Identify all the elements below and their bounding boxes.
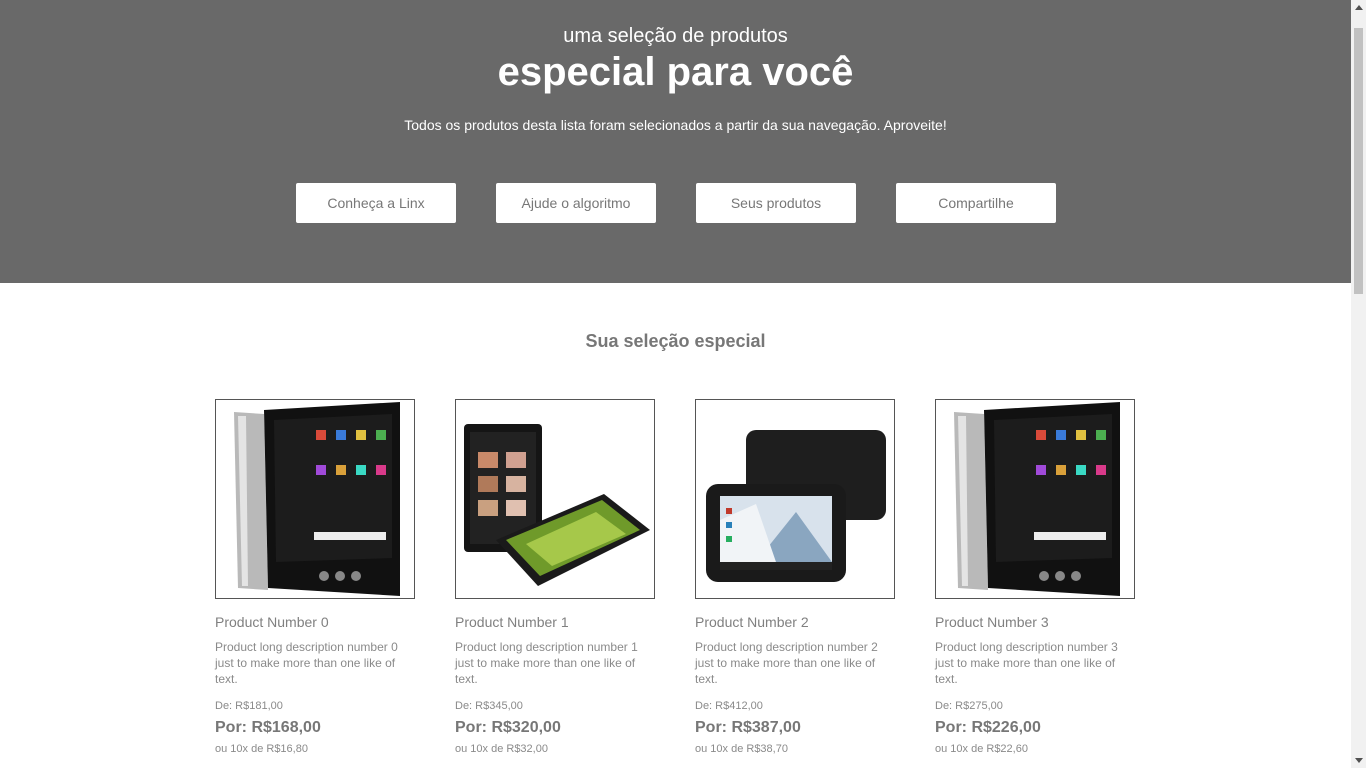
product-description: Product long description number 2 just t… [695,640,878,686]
product-card[interactable]: Product Number 0 Product long descriptio… [215,399,415,756]
product-name[interactable]: Product Number 0 [215,613,415,631]
product-installments: ou 10x de R$16,80 [215,743,308,755]
hero-subtitle: Todos os produtos desta lista foram sele… [404,117,947,133]
product-description: Product long description number 1 just t… [455,640,638,686]
product-image[interactable] [935,399,1135,599]
product-price-from: De: R$412,00 [695,700,763,712]
product-description: Product long description number 0 just t… [215,640,398,686]
scroll-down-arrow-icon[interactable] [1351,753,1366,768]
product-price-from: De: R$345,00 [455,700,523,712]
product-price-for: Por: R$226,00 [935,719,1041,736]
product-installments: ou 10x de R$22,60 [935,743,1028,755]
scroll-up-arrow-icon[interactable] [1351,0,1366,15]
tablet-pair-image [464,424,650,586]
product-card[interactable]: Product Number 1 Product long descriptio… [455,399,655,756]
know-linx-button[interactable]: Conheça a Linx [296,183,456,223]
product-price-from: De: R$181,00 [215,700,283,712]
product-price-for: Por: R$387,00 [695,719,801,736]
product-price-for: Por: R$168,00 [215,719,321,736]
your-products-button[interactable]: Seus produtos [696,183,856,223]
product-image[interactable] [695,399,895,599]
product-card[interactable]: Product Number 2 Product long descriptio… [695,399,895,756]
product-price-from: De: R$275,00 [935,700,1003,712]
page: uma seleção de produtos especial para vo… [0,0,1351,768]
tablet-silver-image [954,402,1120,596]
section-title: Sua seleção especial [585,331,766,351]
hero-title: especial para você [497,50,854,94]
product-installments: ou 10x de R$32,00 [455,743,548,755]
scrollbar-thumb[interactable] [1354,28,1363,294]
product-image[interactable] [455,399,655,599]
vertical-scrollbar[interactable] [1351,0,1366,768]
product-card[interactable]: Product Number 3 Product long descriptio… [935,399,1135,756]
product-installments: ou 10x de R$38,70 [695,743,788,755]
product-name[interactable]: Product Number 1 [455,613,655,631]
hero-kicker: uma seleção de produtos [563,25,788,47]
product-name[interactable]: Product Number 3 [935,613,1135,631]
hero-banner: uma seleção de produtos especial para vo… [0,0,1351,283]
product-image[interactable] [215,399,415,599]
product-price-for: Por: R$320,00 [455,719,561,736]
tablet-silver-image [234,402,400,596]
help-algorithm-button[interactable]: Ajude o algoritmo [496,183,656,223]
tablet-black-image [706,430,886,582]
share-button[interactable]: Compartilhe [896,183,1056,223]
product-description: Product long description number 3 just t… [935,640,1118,686]
product-name[interactable]: Product Number 2 [695,613,895,631]
